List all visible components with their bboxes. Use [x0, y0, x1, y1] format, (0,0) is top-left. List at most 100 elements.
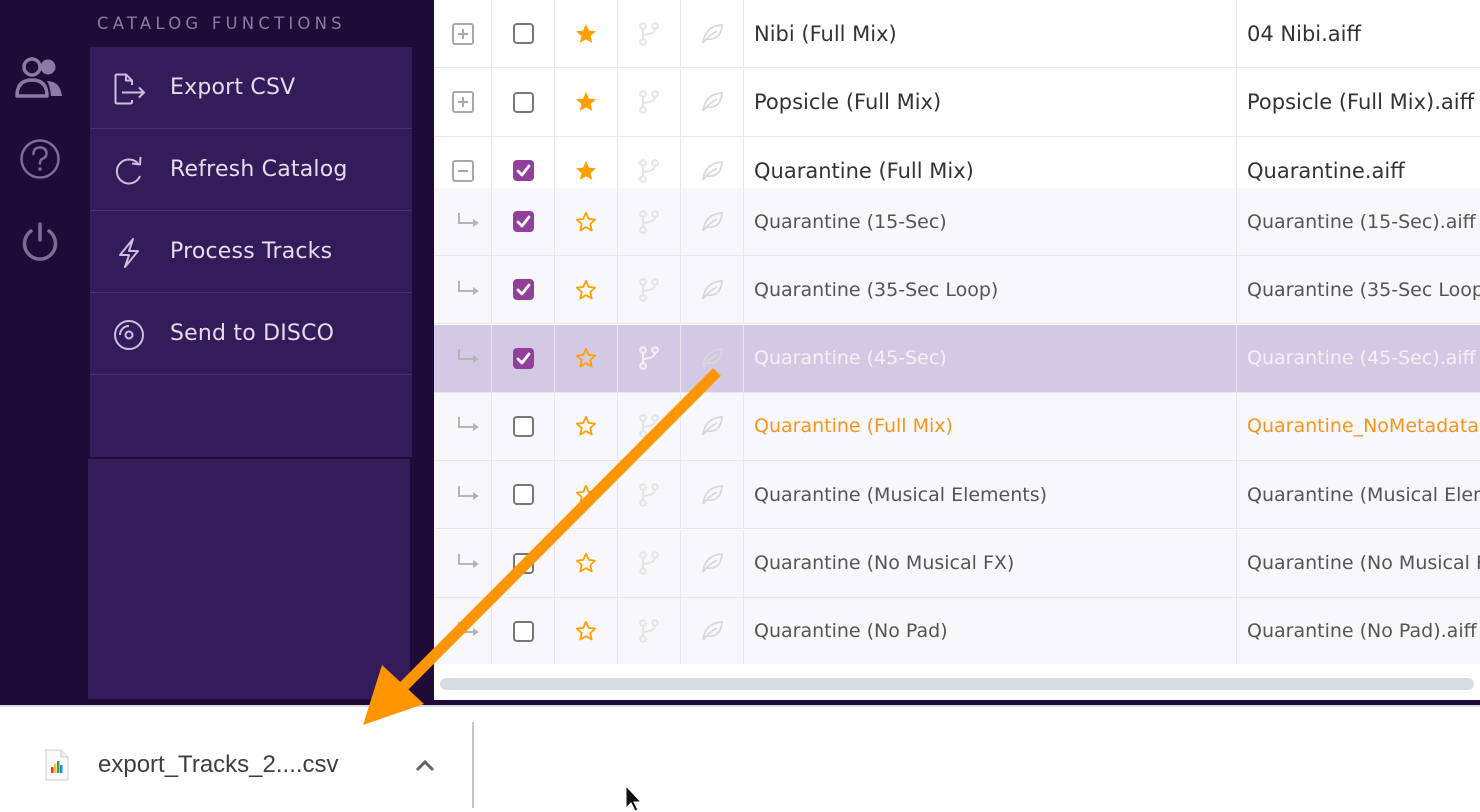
star-cell — [555, 529, 618, 597]
leaf-icon[interactable] — [699, 414, 725, 438]
scrollbar-thumb[interactable] — [440, 678, 1474, 690]
row-checkbox[interactable] — [512, 279, 534, 301]
star-outline-icon[interactable] — [574, 619, 598, 643]
menu-item-send-to-disco[interactable]: Send to DISCO — [90, 293, 412, 375]
leaf-icon[interactable] — [699, 278, 725, 302]
track-title[interactable]: Nibi (Full Mix) — [744, 0, 1237, 67]
power-icon[interactable] — [14, 215, 66, 267]
star-outline-icon[interactable] — [574, 346, 598, 370]
leaf-icon[interactable] — [699, 159, 725, 183]
leaf-icon[interactable] — [699, 22, 725, 46]
star-cell — [555, 597, 618, 665]
chevron-up-icon[interactable] — [410, 751, 440, 781]
help-icon[interactable] — [14, 133, 66, 185]
row-checkbox[interactable] — [512, 347, 534, 369]
branch-icon[interactable] — [638, 551, 660, 575]
table-row[interactable]: Quarantine (Full Mix) Quarantine_NoMetada… — [434, 392, 1480, 461]
branch-icon[interactable] — [638, 482, 660, 507]
row-checkbox[interactable] — [512, 160, 534, 181]
star-outline-icon[interactable] — [574, 278, 598, 302]
star-outline-icon[interactable] — [574, 551, 598, 575]
star-cell — [555, 0, 618, 67]
leaf-icon[interactable] — [699, 346, 725, 370]
expand-button[interactable] — [451, 91, 474, 113]
track-file-name[interactable]: Quarantine (45-Sec).aiff — [1237, 325, 1480, 392]
branch-cell — [618, 597, 681, 665]
menu-item-export-csv[interactable]: Export CSV — [90, 47, 412, 129]
row-checkbox[interactable] — [512, 620, 534, 642]
track-title[interactable]: Popsicle (Full Mix) — [744, 68, 1237, 136]
table-row[interactable]: Quarantine (45-Sec) Quarantine (45-Sec).a… — [434, 324, 1480, 393]
expander-cell — [434, 392, 492, 460]
star-outline-icon[interactable] — [574, 483, 598, 507]
download-bar-divider — [472, 722, 474, 808]
track-file-name[interactable]: Quarantine (Musical Elements).aiff — [1237, 461, 1480, 528]
expander-cell — [434, 529, 492, 597]
track-title[interactable]: Quarantine (Full Mix) — [744, 392, 1237, 460]
star-filled-icon[interactable] — [574, 22, 598, 46]
table-row[interactable]: Quarantine (No Musical FX) Quarantine (No… — [434, 529, 1480, 598]
horizontal-scrollbar[interactable] — [434, 664, 1480, 700]
branch-icon[interactable] — [638, 277, 660, 302]
star-outline-icon[interactable] — [574, 210, 598, 234]
leaf-icon[interactable] — [699, 551, 725, 575]
track-title[interactable]: Quarantine (35-Sec Loop) — [744, 256, 1237, 324]
menu-item-refresh-catalog[interactable]: Refresh Catalog — [90, 129, 412, 211]
table-row[interactable]: Popsicle (Full Mix) Popsicle (Full Mix).a… — [434, 68, 1480, 137]
star-filled-icon[interactable] — [574, 90, 598, 114]
track-file-name[interactable]: 04 Nibi.aiff — [1237, 0, 1480, 67]
leaf-icon[interactable] — [699, 619, 725, 643]
branch-icon[interactable] — [638, 21, 660, 46]
branch-icon[interactable] — [638, 158, 660, 183]
row-checkbox[interactable] — [512, 211, 534, 232]
track-file-name[interactable]: Quarantine (15-Sec).aiff — [1237, 188, 1480, 255]
track-file-name[interactable]: Popsicle (Full Mix).aiff — [1237, 69, 1480, 136]
leaf-icon[interactable] — [699, 210, 725, 234]
table-row[interactable]: Quarantine (No Pad) Quarantine (No Pad).a… — [434, 597, 1480, 666]
row-checkbox[interactable] — [512, 415, 534, 437]
track-file-name[interactable]: Quarantine (No Pad).aiff — [1237, 598, 1480, 665]
table-row[interactable]: Quarantine (15-Sec) Quarantine (15-Sec).a… — [434, 188, 1480, 256]
checkbox-cell — [492, 461, 555, 529]
leaf-cell — [681, 597, 744, 665]
menu-item-label: Refresh Catalog — [170, 157, 348, 182]
collapse-button[interactable] — [451, 159, 474, 182]
file-export-icon — [112, 72, 146, 106]
expand-button[interactable] — [451, 22, 474, 45]
star-outline-icon[interactable] — [574, 414, 598, 438]
track-file-name[interactable]: Quarantine (No Musical FX).aiff — [1237, 530, 1480, 597]
branch-cell — [618, 188, 681, 255]
branch-icon[interactable] — [638, 619, 660, 644]
table-row[interactable]: Nibi (Full Mix) 04 Nibi.aiff — [434, 0, 1480, 68]
menu-item-process-tracks[interactable]: Process Tracks — [90, 211, 412, 293]
child-arrow-icon — [456, 347, 482, 369]
child-arrow-icon — [456, 484, 482, 506]
star-filled-icon[interactable] — [574, 159, 598, 183]
users-icon[interactable] — [14, 52, 66, 104]
row-checkbox[interactable] — [512, 484, 534, 506]
track-title[interactable]: Quarantine (No Musical FX) — [744, 529, 1237, 597]
branch-icon[interactable] — [638, 346, 660, 370]
expander-cell — [434, 0, 492, 67]
icon-rail — [0, 0, 86, 705]
track-title[interactable]: Quarantine (No Pad) — [744, 597, 1237, 665]
table-row[interactable]: Quarantine (35-Sec Loop) Quarantine (35-S… — [434, 256, 1480, 325]
leaf-icon[interactable] — [699, 483, 725, 507]
track-title[interactable]: Quarantine (45-Sec) — [744, 324, 1237, 392]
row-checkbox[interactable] — [512, 552, 534, 574]
download-file-name: export_Tracks_2....csv — [98, 751, 339, 778]
branch-icon[interactable] — [638, 209, 660, 234]
track-title[interactable]: Quarantine (Musical Elements) — [744, 461, 1237, 529]
branch-icon[interactable] — [638, 90, 660, 114]
leaf-icon[interactable] — [699, 90, 725, 114]
track-title[interactable]: Quarantine (15-Sec) — [744, 188, 1237, 255]
table-row[interactable]: Quarantine (Musical Elements) Quarantine … — [434, 461, 1480, 530]
branch-cell — [618, 324, 681, 392]
row-checkbox[interactable] — [512, 23, 534, 44]
track-file-name[interactable]: Quarantine_NoMetadata.aiff — [1237, 393, 1480, 460]
branch-icon[interactable] — [638, 414, 660, 439]
sidebar-panel-fill — [88, 459, 410, 699]
download-item[interactable]: export_Tracks_2....csv — [30, 729, 460, 799]
row-checkbox[interactable] — [512, 91, 534, 113]
track-file-name[interactable]: Quarantine (35-Sec Loop).aiff — [1237, 256, 1480, 323]
